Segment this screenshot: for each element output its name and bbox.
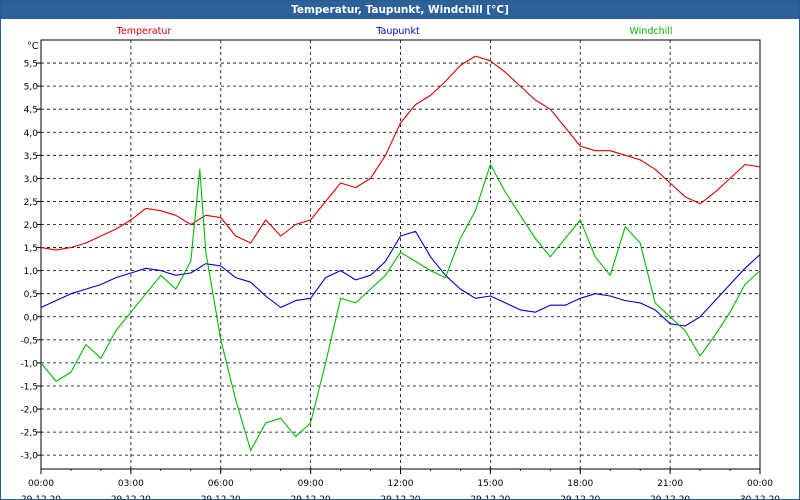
- y-tick-label: 3,5: [24, 152, 38, 162]
- y-tick-label: -2,0: [20, 406, 38, 416]
- x-tick-label-date: 29.12.20: [111, 495, 151, 499]
- y-tick-label: 4,5: [24, 106, 38, 116]
- x-tick-label-time: 00:00: [28, 479, 54, 489]
- x-tick-label-time: 21:00: [657, 479, 683, 489]
- line-chart: °C 5,5 5,0 4,5 4,0 3,5 3,0 2,5 2,0 1,5 1,0 0,5 0,0 -0…: [20, 26, 780, 500]
- x-tick-label-time: 15:00: [477, 479, 503, 489]
- x-tick-label-time: 12:00: [388, 479, 414, 489]
- x-tick-label-time: 18:00: [567, 479, 593, 489]
- x-tick-label-date: 29.12.20: [470, 495, 510, 499]
- x-tick-label-time: 03:00: [118, 479, 144, 489]
- window-title: Temperatur, Taupunkt, Windchill [°C]: [1, 1, 799, 19]
- y-tick-label: 4,0: [24, 129, 39, 139]
- y-tick-label: 2,0: [24, 221, 39, 231]
- y-tick-label: 1,0: [24, 267, 39, 277]
- x-tick-label-date: 29.12.20: [21, 495, 61, 499]
- y-tick-label: -2,5: [20, 429, 38, 439]
- y-tick-label: 1,5: [24, 244, 38, 254]
- legend-taupunkt: Taupunkt: [375, 26, 420, 37]
- y-tick-label: -0,5: [20, 336, 38, 346]
- y-axis-label: °C: [27, 41, 39, 52]
- y-tick-label: 0,5: [24, 290, 38, 300]
- y-tick-label: 5,0: [24, 83, 39, 93]
- x-tick-label-time: 00:00: [747, 479, 773, 489]
- x-tick-label-date: 29.12.20: [201, 495, 241, 499]
- plot-frame: [40, 39, 761, 470]
- y-tick-label: -3,0: [20, 452, 38, 462]
- x-tick-label-time: 09:00: [298, 479, 324, 489]
- y-tick-label: -1,0: [20, 359, 38, 369]
- x-tick-label-date: 30.12.20: [740, 495, 780, 499]
- x-tick-label-date: 29.12.20: [380, 495, 420, 499]
- x-tick-label-date: 29.12.20: [560, 495, 600, 499]
- legend-windchill: Windchill: [629, 26, 672, 37]
- x-tick-label-date: 29.12.20: [291, 495, 331, 499]
- chart-area: °C 5,5 5,0 4,5 4,0 3,5 3,0 2,5 2,0 1,5 1,0 0,5 0,0 -0…: [1, 20, 799, 500]
- y-tick-label: 2,5: [24, 198, 38, 208]
- y-tick-label: 5,5: [24, 60, 38, 70]
- x-tick-label-date: 29.12.20: [650, 495, 690, 499]
- x-tick-label-time: 06:00: [208, 479, 234, 489]
- chart-window: Temperatur, Taupunkt, Windchill [°C] °C 5…: [0, 0, 800, 500]
- y-tick-label: -1,5: [20, 382, 38, 392]
- y-tick-label: 3,0: [24, 175, 39, 185]
- legend-temperatur: Temperatur: [116, 26, 172, 37]
- y-tick-label: 0,0: [24, 313, 39, 323]
